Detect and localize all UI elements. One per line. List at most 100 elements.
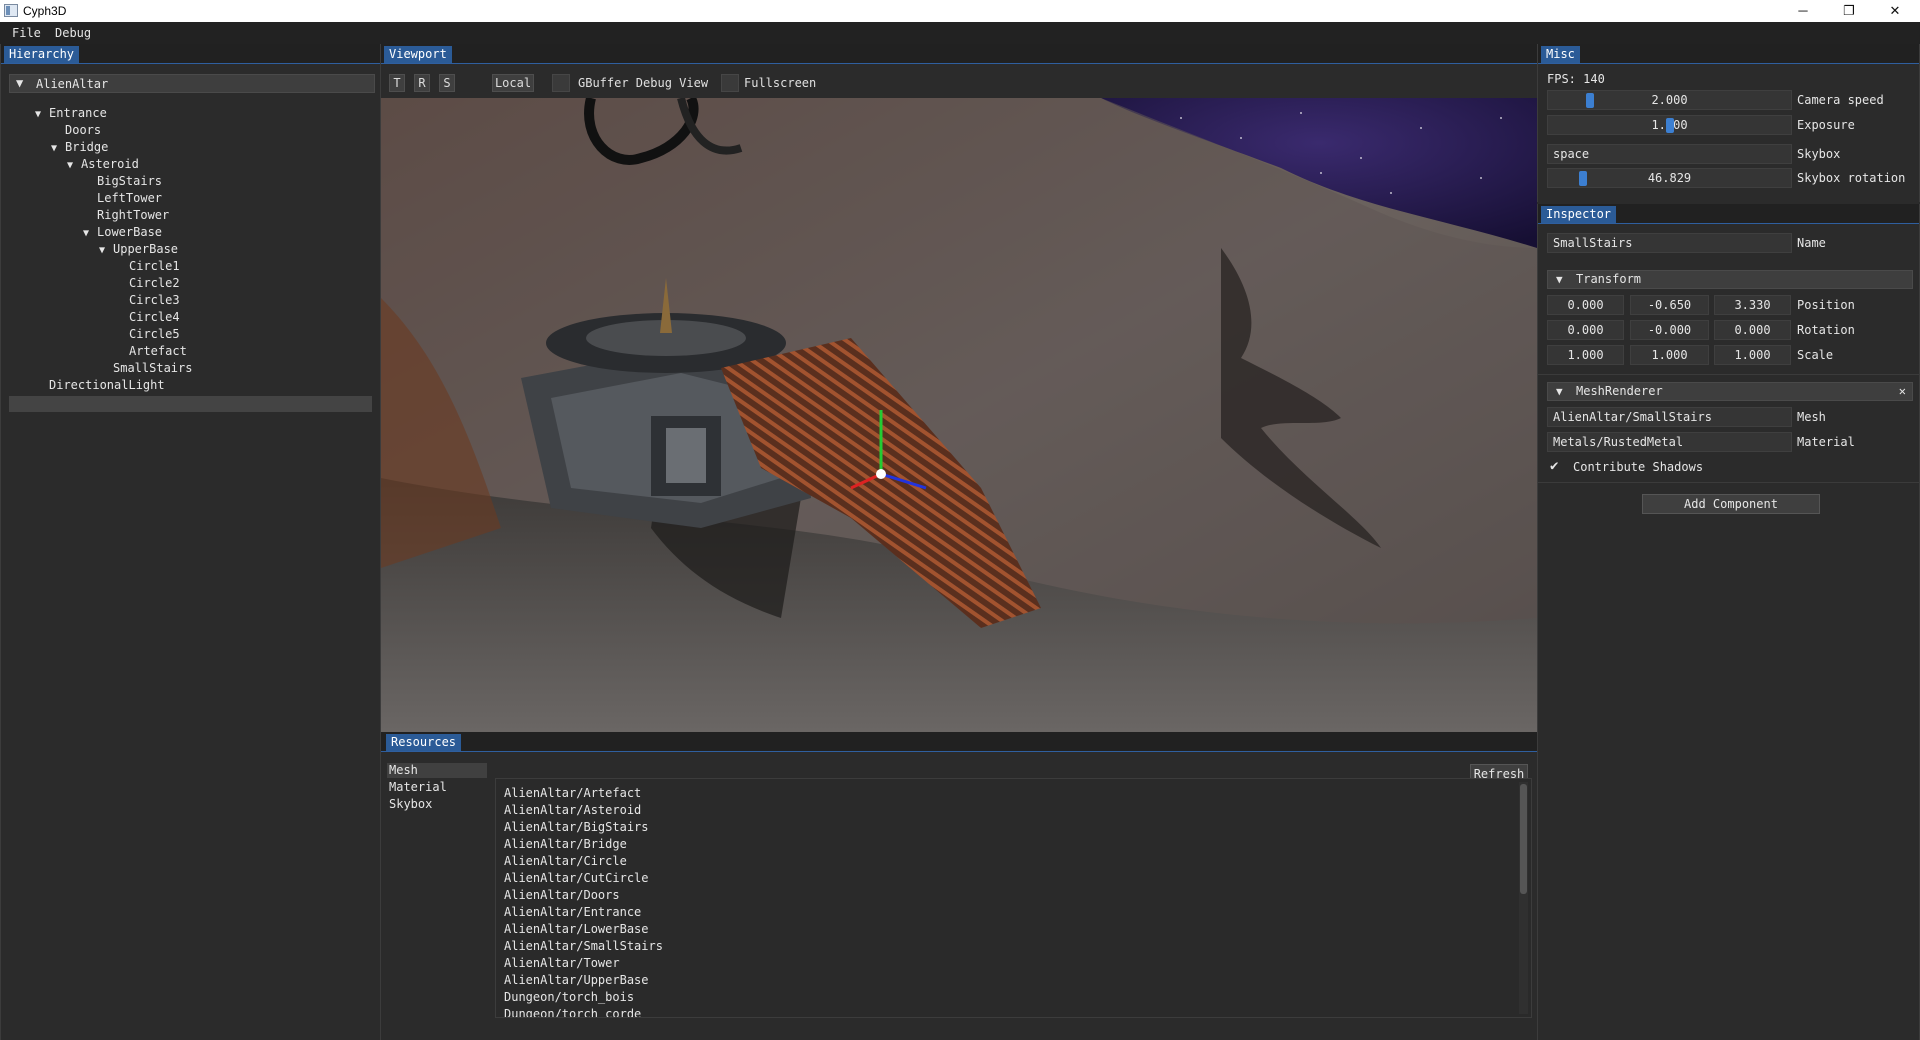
- collapse-arrow-icon[interactable]: ▼: [1556, 271, 1563, 288]
- resource-item[interactable]: AlienAltar/Entrance: [504, 904, 641, 921]
- rotate-gizmo-button[interactable]: R: [414, 74, 430, 92]
- tree-node[interactable]: Circle3: [115, 292, 180, 309]
- tab-inspector[interactable]: Inspector: [1541, 206, 1617, 223]
- expand-arrow-icon[interactable]: ▼: [51, 140, 65, 157]
- mesh-field[interactable]: AlienAltar/SmallStairs: [1547, 407, 1792, 427]
- camera-speed-value: 2.000: [1651, 93, 1688, 107]
- resource-category-mesh[interactable]: Mesh: [387, 763, 487, 778]
- viewport-render[interactable]: [381, 98, 1537, 732]
- tree-node-label: LowerBase: [97, 225, 163, 239]
- close-button[interactable]: ✕: [1872, 0, 1918, 22]
- tree-node-label: DirectionalLight: [49, 378, 165, 392]
- resource-item[interactable]: AlienAltar/Tower: [504, 955, 620, 972]
- tree-node[interactable]: LeftTower: [83, 190, 162, 207]
- skybox-rotation-value: 46.829: [1647, 171, 1692, 185]
- expand-arrow-icon[interactable]: ▼: [35, 106, 49, 123]
- tab-viewport[interactable]: Viewport: [384, 46, 452, 63]
- resource-item[interactable]: AlienAltar/CutCircle: [504, 870, 649, 887]
- tree-node[interactable]: RightTower: [83, 207, 169, 224]
- tree-root-label: AlienAltar: [36, 77, 109, 91]
- material-field[interactable]: Metals/RustedMetal: [1547, 432, 1792, 452]
- gizmo-space-button[interactable]: Local: [492, 74, 534, 92]
- fullscreen-checkbox[interactable]: [721, 74, 739, 92]
- rotation-y-field[interactable]: -0.000: [1630, 320, 1709, 340]
- tree-node[interactable]: Artefact: [115, 343, 187, 360]
- expand-arrow-icon[interactable]: ▼: [16, 76, 23, 90]
- remove-component-icon[interactable]: ✕: [1899, 383, 1906, 400]
- tree-node-label: Circle3: [129, 293, 180, 307]
- tree-node-label: SmallStairs: [113, 361, 193, 375]
- tab-hierarchy[interactable]: Hierarchy: [4, 46, 80, 63]
- skybox-field[interactable]: space: [1547, 144, 1792, 164]
- scale-gizmo-button[interactable]: S: [439, 74, 455, 92]
- tree-node[interactable]: BigStairs: [83, 173, 162, 190]
- resource-item[interactable]: AlienAltar/BigStairs: [504, 819, 649, 836]
- resource-list: AlienAltar/Artefact AlienAltar/Asteroid Al…: [495, 778, 1532, 1018]
- gbuffer-debug-checkbox[interactable]: [552, 74, 570, 92]
- tree-node-label: UpperBase: [113, 242, 179, 256]
- contribute-shadows-checkbox[interactable]: ✔: [1550, 458, 1558, 474]
- skybox-rotation-slider[interactable]: 46.829: [1547, 168, 1792, 188]
- tree-node[interactable]: ▼ UpperBase: [99, 241, 178, 258]
- tab-resources[interactable]: Resources: [386, 734, 462, 751]
- scale-x-field[interactable]: 1.000: [1547, 345, 1624, 365]
- scale-z-field[interactable]: 1.000: [1714, 345, 1791, 365]
- resource-category-skybox[interactable]: Skybox: [387, 797, 487, 812]
- resource-item[interactable]: AlienAltar/LowerBase: [504, 921, 649, 938]
- rotation-z-field[interactable]: 0.000: [1714, 320, 1791, 340]
- tree-root-node[interactable]: ▼ AlienAltar: [9, 74, 375, 93]
- resource-item[interactable]: Dungeon/torch_corde: [504, 1006, 641, 1017]
- position-z-field[interactable]: 3.330: [1714, 295, 1791, 315]
- tree-node-label: Circle1: [129, 259, 180, 273]
- name-label: Name: [1797, 236, 1826, 250]
- expand-arrow-icon[interactable]: ▼: [99, 242, 113, 259]
- tree-node-label: BigStairs: [97, 174, 163, 188]
- tree-node[interactable]: DirectionalLight: [35, 377, 165, 394]
- tree-node[interactable]: ▼ Bridge: [51, 139, 108, 156]
- scrollbar-thumb[interactable]: [1520, 784, 1527, 894]
- tree-node[interactable]: Circle1: [115, 258, 180, 275]
- resource-item[interactable]: Dungeon/torch_bois: [504, 989, 634, 1006]
- slider-grab[interactable]: [1579, 171, 1587, 186]
- resource-item[interactable]: AlienAltar/SmallStairs: [504, 938, 663, 955]
- slider-grab[interactable]: [1586, 93, 1594, 108]
- tree-node[interactable]: SmallStairs: [99, 360, 192, 377]
- resource-item[interactable]: AlienAltar/Artefact: [504, 785, 641, 802]
- tree-node[interactable]: ▼ LowerBase: [83, 224, 162, 241]
- scale-y-field[interactable]: 1.000: [1630, 345, 1709, 365]
- mesh-renderer-header[interactable]: ▼ MeshRenderer ✕: [1547, 382, 1913, 401]
- exposure-slider[interactable]: 1.000: [1547, 115, 1792, 135]
- camera-speed-slider[interactable]: 2.000: [1547, 90, 1792, 110]
- position-x-field[interactable]: 0.000: [1547, 295, 1624, 315]
- collapse-arrow-icon[interactable]: ▼: [1556, 383, 1563, 400]
- position-y-field[interactable]: -0.650: [1630, 295, 1709, 315]
- slider-grab[interactable]: [1666, 118, 1674, 133]
- resource-item[interactable]: AlienAltar/Doors: [504, 887, 620, 904]
- tree-node[interactable]: Circle4: [115, 309, 180, 326]
- material-label: Material: [1797, 435, 1855, 449]
- rotation-x-field[interactable]: 0.000: [1547, 320, 1624, 340]
- resource-item[interactable]: AlienAltar/Circle: [504, 853, 627, 870]
- expand-arrow-icon[interactable]: ▼: [67, 157, 81, 174]
- tree-node[interactable]: Doors: [51, 122, 101, 139]
- name-field[interactable]: SmallStairs: [1547, 233, 1792, 253]
- resource-item[interactable]: AlienAltar/Bridge: [504, 836, 627, 853]
- resource-item[interactable]: AlienAltar/UpperBase: [504, 972, 649, 989]
- resource-item[interactable]: AlienAltar/Asteroid: [504, 802, 641, 819]
- menu-file[interactable]: File: [12, 26, 41, 40]
- translate-gizmo-button[interactable]: T: [389, 74, 405, 92]
- resource-scrollbar[interactable]: [1519, 782, 1528, 1014]
- maximize-button[interactable]: ❐: [1826, 0, 1872, 22]
- transform-header[interactable]: ▼ Transform: [1547, 270, 1913, 289]
- expand-arrow-icon[interactable]: ▼: [83, 225, 97, 242]
- tree-node-label: Circle5: [129, 327, 180, 341]
- menu-debug[interactable]: Debug: [55, 26, 91, 40]
- tree-node[interactable]: Circle2: [115, 275, 180, 292]
- minimize-button[interactable]: ─: [1780, 0, 1826, 22]
- tree-node[interactable]: ▼ Asteroid: [67, 156, 139, 173]
- tree-node[interactable]: Circle5: [115, 326, 180, 343]
- add-component-button[interactable]: Add Component: [1642, 494, 1820, 514]
- tree-node[interactable]: ▼ Entrance: [35, 105, 107, 122]
- resource-category-material[interactable]: Material: [387, 780, 487, 795]
- tab-misc[interactable]: Misc: [1541, 46, 1580, 63]
